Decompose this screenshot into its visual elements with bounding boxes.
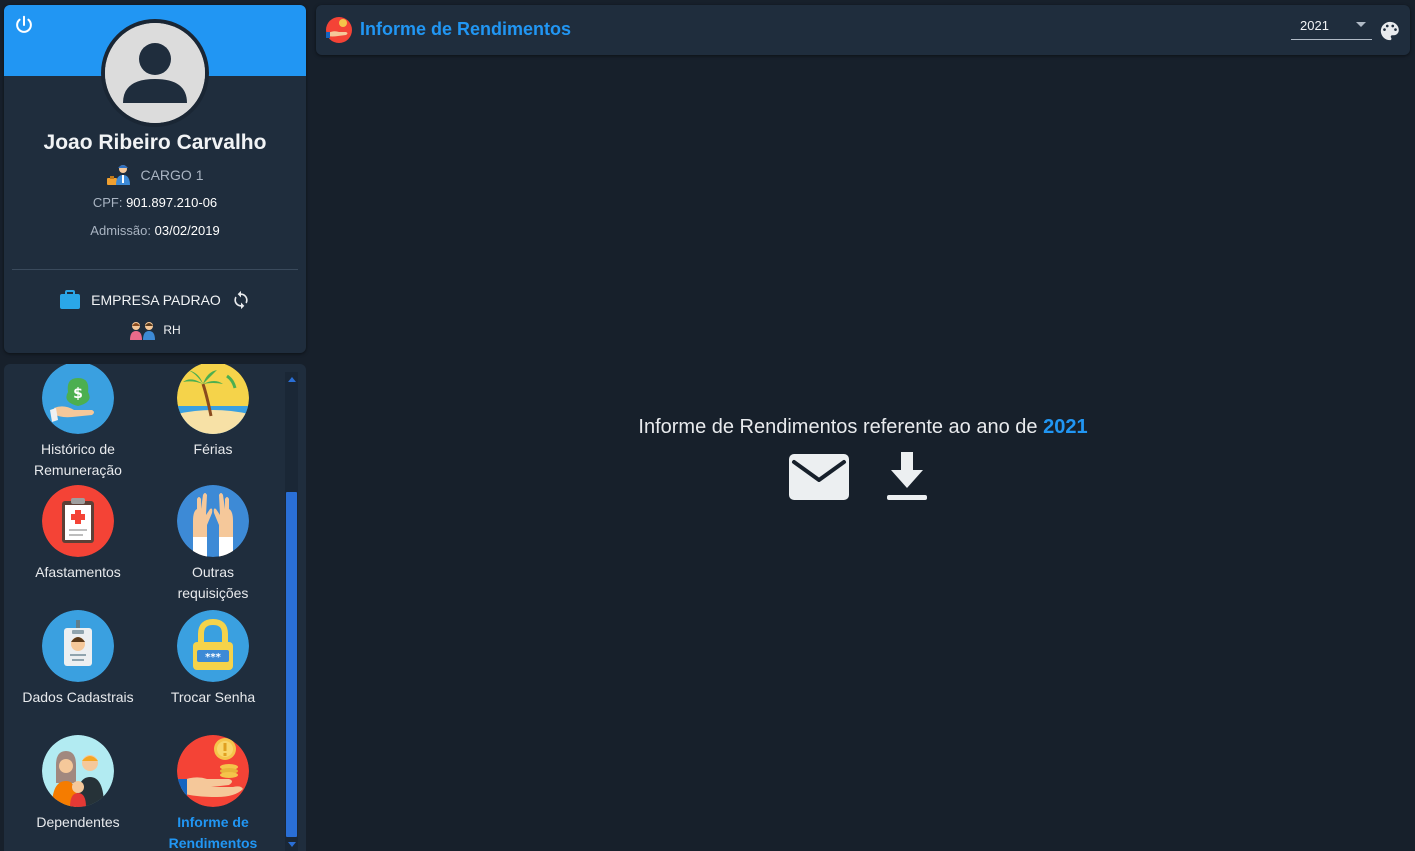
menu-item-trocar-senha[interactable]: *** Trocar Senha [143, 610, 283, 708]
menu-label: Afastamentos [35, 564, 121, 580]
avatar [101, 19, 209, 127]
menu-label: Dados Cadastrais [22, 689, 134, 705]
menu-label: Informe de Rendimentos [168, 814, 258, 851]
year-select-value: 2021 [1300, 18, 1329, 33]
menu-label: Férias [193, 441, 233, 457]
income-icon [326, 17, 352, 43]
admissao-label: Admissão: [90, 223, 151, 238]
main-message-year: 2021 [1043, 416, 1088, 438]
medical-clipboard-icon [42, 485, 114, 557]
menu-label: Outras requisições [177, 564, 249, 601]
menu-scrollbar[interactable] [285, 372, 298, 851]
menu-item-outras-requisicoes[interactable]: Outras requisições [143, 485, 283, 604]
email-icon[interactable] [788, 452, 850, 502]
cargo-row: CARGO 1 [4, 163, 306, 187]
divider [12, 269, 298, 270]
page-title: Informe de Rendimentos [360, 19, 572, 39]
svg-text:***: *** [205, 652, 221, 663]
menu-item-historico-remuneracao[interactable]: $ Histórico de Remuneração [8, 364, 148, 481]
menu-item-dados-cadastrais[interactable]: Dados Cadastrais [8, 610, 148, 708]
top-bar: Informe de Rendimentos 2021 [316, 5, 1410, 55]
scroll-down-arrow[interactable] [288, 842, 296, 847]
sync-icon[interactable] [231, 290, 251, 310]
worker-icon [107, 165, 131, 185]
avatar-icon [105, 23, 205, 123]
id-badge-icon [42, 610, 114, 682]
user-name: Joao Ribeiro Carvalho [43, 131, 267, 154]
profile-card: Joao Ribeiro Carvalho CARGO 1 CPF: 901.8… [4, 5, 306, 353]
power-icon[interactable] [13, 14, 35, 36]
menu-item-informe-rendimentos[interactable]: Informe de Rendimentos [143, 735, 283, 851]
svg-text:$: $ [73, 386, 83, 402]
money-bag-icon: $ [42, 364, 114, 434]
main-message-text: Informe de Rendimentos referente ao ano … [638, 416, 1038, 438]
departamento-name: RH [163, 323, 181, 337]
team-icon [130, 322, 156, 340]
year-select[interactable]: 2021 [1291, 13, 1372, 40]
download-icon[interactable] [884, 450, 930, 502]
raised-hands-icon [177, 485, 249, 557]
admissao-value: 03/02/2019 [154, 223, 220, 238]
menu-label: Dependentes [36, 814, 120, 830]
menu-item-dependentes[interactable]: Dependentes [8, 735, 148, 833]
menu-card: $ Histórico de Remuneração Férias Afasta… [4, 364, 306, 851]
income-hand-icon [177, 735, 249, 807]
main-message: Informe de Rendimentos referente ao ano … [316, 416, 1410, 439]
scrollbar-thumb[interactable] [286, 492, 297, 837]
cpf-row: CPF: 901.897.210-06 [4, 195, 306, 210]
cargo-label: CARGO 1 [140, 167, 204, 183]
cpf-value: 901.897.210-06 [126, 195, 218, 210]
empresa-row: EMPRESA PADRAO [4, 290, 306, 310]
empresa-name: EMPRESA PADRAO [91, 292, 221, 308]
palette-icon[interactable] [1379, 20, 1401, 42]
beach-icon [177, 364, 249, 434]
menu-item-afastamentos[interactable]: Afastamentos [8, 485, 148, 583]
admissao-row: Admissão: 03/02/2019 [4, 223, 306, 238]
menu-item-ferias[interactable]: Férias [143, 364, 283, 460]
cpf-label: CPF: [92, 195, 123, 210]
menu-label: Histórico de Remuneração [34, 441, 122, 478]
family-icon [42, 735, 114, 807]
briefcase-icon [60, 290, 81, 309]
padlock-icon: *** [177, 610, 249, 682]
scroll-up-arrow[interactable] [288, 377, 296, 382]
departamento-row: RH [4, 320, 306, 340]
menu-label: Trocar Senha [170, 689, 256, 705]
caret-down-icon [1356, 22, 1366, 27]
